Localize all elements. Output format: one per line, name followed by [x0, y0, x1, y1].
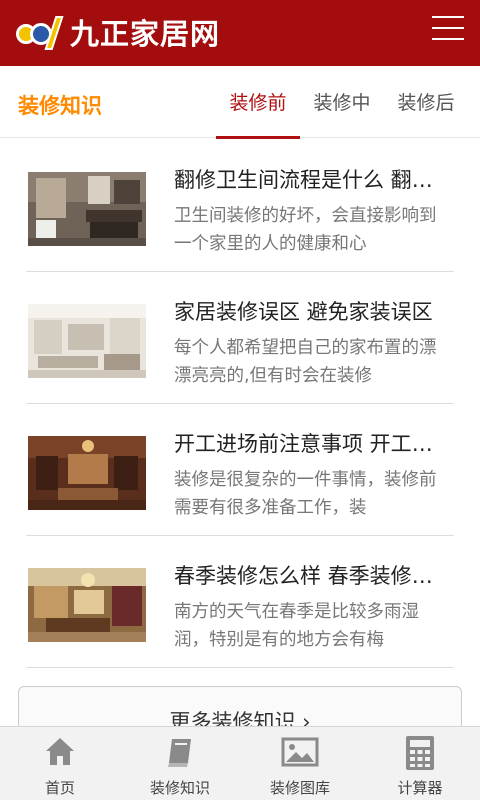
list-item[interactable]: 家居装修误区 避免家装误区 每个人都希望把自己的家布置的漂漂亮亮的,但有时会在装… — [26, 272, 454, 404]
article-thumbnail[interactable] — [28, 568, 146, 642]
nav-label: 首页 — [44, 779, 75, 797]
list-item[interactable]: 翻修卫生间流程是什么 翻修卫生间要注意什么 卫生间装修的好坏，会直接影响到一个家… — [26, 140, 454, 272]
image-icon — [281, 735, 319, 773]
tab-after-renovation[interactable]: 装修后 — [384, 66, 468, 138]
article-summary: 卫生间装修的好坏，会直接影响到一个家里的人的健康和心 — [174, 206, 437, 254]
hamburger-menu-icon[interactable] — [432, 16, 464, 42]
article-title[interactable]: 春季装修怎么样 春季装修注意事项 — [174, 560, 452, 590]
article-list: 翻修卫生间流程是什么 翻修卫生间要注意什么 卫生间装修的好坏，会直接影响到一个家… — [0, 140, 480, 668]
list-item[interactable]: 开工进场前注意事项 开工前准备 装修是很复杂的一件事情，装修前需要有很多准备工作… — [26, 404, 454, 536]
section-header: 装修知识 装修前 装修中 装修后 — [0, 66, 480, 139]
home-icon — [43, 735, 77, 773]
logo-mark-icon — [16, 14, 66, 50]
nav-label: 计算器 — [397, 779, 443, 797]
nav-label: 装修知识 — [149, 779, 210, 797]
nav-item-knowledge[interactable]: 装修知识 — [120, 727, 240, 800]
logo-text: 九正家居网 — [70, 17, 221, 51]
nav-item-gallery[interactable]: 装修图库 — [240, 727, 360, 800]
article-summary: 南方的天气在春季是比较多雨湿润，特别是有的地方会有梅 — [174, 602, 419, 650]
site-logo[interactable]: 九正家居网 — [16, 12, 220, 52]
book-icon — [163, 735, 197, 773]
article-summary: 装修是很复杂的一件事情，装修前需要有很多准备工作，装 — [174, 470, 437, 518]
nav-label: 装修图库 — [269, 779, 330, 797]
article-thumbnail[interactable] — [28, 172, 146, 246]
article-title[interactable]: 翻修卫生间流程是什么 翻修卫生间要注意什么 — [174, 164, 452, 194]
article-title[interactable]: 家居装修误区 避免家装误区 — [174, 296, 452, 326]
article-summary: 每个人都希望把自己的家布置的漂漂亮亮的,但有时会在装修 — [174, 338, 437, 386]
nav-item-home[interactable]: 首页 — [0, 727, 120, 800]
article-thumbnail[interactable] — [28, 436, 146, 510]
article-title[interactable]: 开工进场前注意事项 开工前准备 — [174, 428, 452, 458]
section-title: 装修知识 — [18, 94, 102, 118]
tab-before-renovation[interactable]: 装修前 — [216, 66, 300, 139]
article-thumbnail[interactable] — [28, 304, 146, 378]
calculator-icon — [403, 735, 437, 775]
bottom-nav: 首页 装修知识 装修图库 计算器 — [0, 726, 480, 800]
nav-item-calculator[interactable]: 计算器 — [360, 727, 480, 800]
tab-during-renovation[interactable]: 装修中 — [300, 66, 384, 138]
tab-bar: 装修前 装修中 装修后 — [216, 66, 468, 139]
list-item[interactable]: 春季装修怎么样 春季装修注意事项 南方的天气在春季是比较多雨湿润，特别是有的地方… — [26, 536, 454, 668]
app-header: 九正家居网 — [0, 0, 480, 66]
